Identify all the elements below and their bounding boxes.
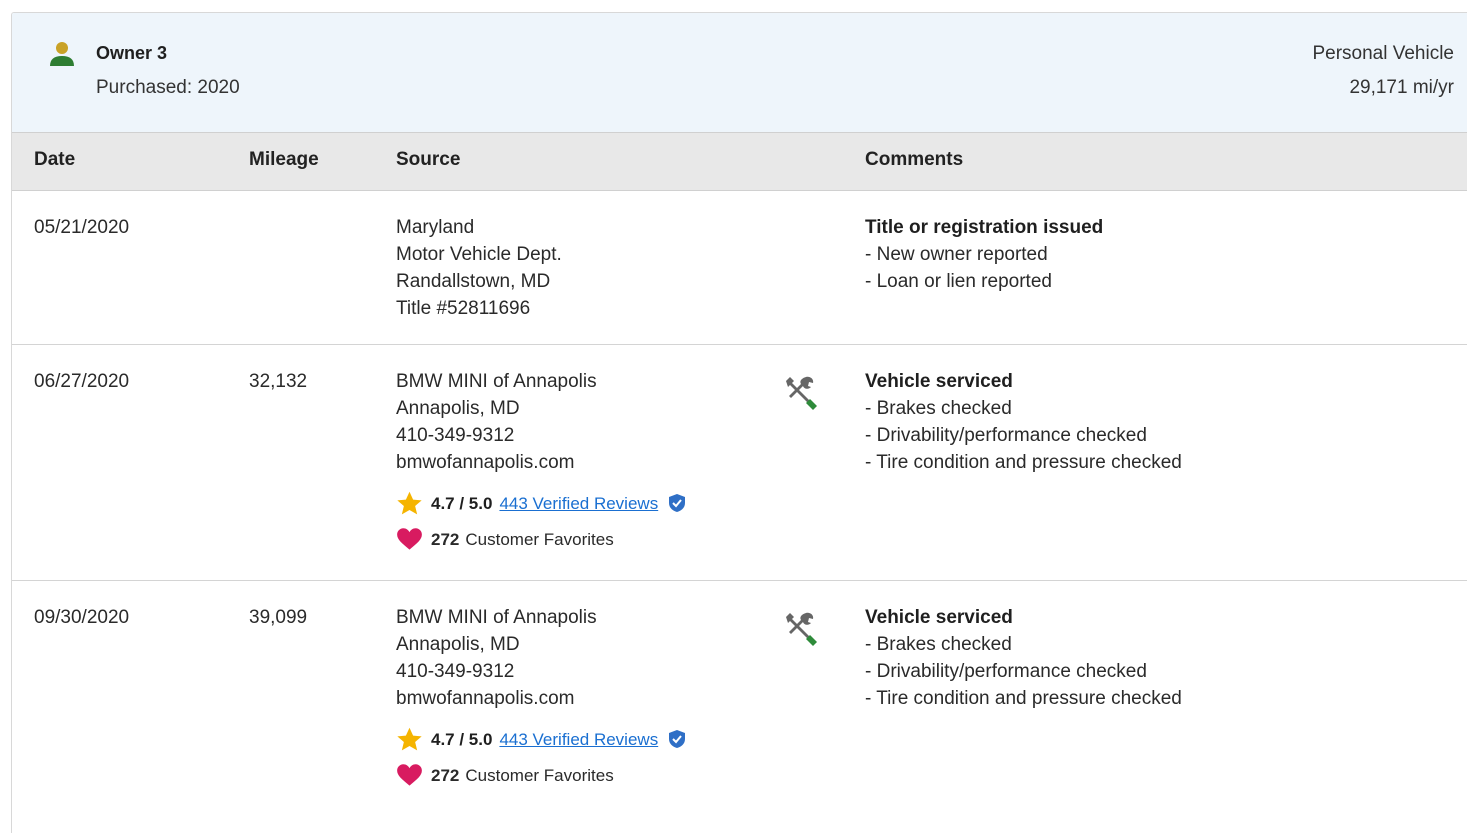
favorites-label: Customer Favorites (465, 529, 614, 549)
wrench-screwdriver-icon (786, 612, 817, 646)
comment-line: - Tire condition and pressure checked (865, 452, 1182, 473)
comment-line: - Tire condition and pressure checked (865, 688, 1182, 709)
record-date: 06/27/2020 (34, 371, 130, 392)
column-header-mileage: Mileage (249, 149, 319, 170)
verified-reviews-link[interactable]: 443 Verified Reviews (499, 726, 658, 753)
owner-purchased: Purchased: 2020 (96, 77, 240, 98)
source-line: Motor Vehicle Dept. (396, 244, 562, 265)
table-row: 09/30/2020 39,099 BMW MINI of Annapolis … (12, 581, 1467, 821)
column-header-date: Date (34, 149, 76, 170)
rating-value: 4.7 / 5.0 (431, 729, 493, 749)
owner-history-card: Owner 3 Purchased: 2020 Personal Vehicle… (11, 12, 1467, 833)
heart-icon (397, 763, 422, 786)
favorites-count: 272 (431, 765, 460, 785)
owner-header: Owner 3 Purchased: 2020 Personal Vehicle… (12, 13, 1467, 133)
comment-title: Title or registration issued (865, 217, 1104, 238)
star-icon (397, 727, 422, 750)
source-line: bmwofannapolis.com (396, 688, 575, 709)
comment-title: Vehicle serviced (865, 371, 1013, 392)
table-row: 05/21/2020 Maryland Motor Vehicle Dept. … (12, 191, 1467, 345)
heart-icon (397, 527, 422, 550)
column-header-source: Source (396, 149, 461, 170)
record-comments: Vehicle serviced - Brakes checked - Driv… (865, 604, 1182, 712)
source-line: Annapolis, MD (396, 398, 520, 419)
verified-shield-icon (669, 494, 686, 512)
source-line: Title #52811696 (396, 298, 531, 319)
comment-line: - Brakes checked (865, 634, 1012, 655)
person-icon (50, 42, 74, 66)
comment-line: - Drivability/performance checked (865, 425, 1147, 446)
record-comments: Vehicle serviced - Brakes checked - Driv… (865, 368, 1182, 476)
wrench-screwdriver-icon (786, 376, 817, 410)
table-row: 06/27/2020 32,132 BMW MINI of Annapolis … (12, 345, 1467, 581)
star-icon (397, 491, 422, 514)
verified-reviews-link[interactable]: 443 Verified Reviews (499, 490, 658, 517)
record-source: BMW MINI of Annapolis Annapolis, MD 410-… (396, 368, 686, 552)
source-line: BMW MINI of Annapolis (396, 371, 597, 392)
source-line: Maryland (396, 217, 475, 238)
record-mileage: 39,099 (249, 607, 308, 628)
verified-shield-icon (669, 730, 686, 748)
favorites-label: Customer Favorites (465, 765, 614, 785)
record-mileage: 32,132 (249, 371, 308, 392)
owner-title: Owner 3 (96, 43, 168, 63)
source-line: Randallstown, MD (396, 271, 551, 292)
rating-value: 4.7 / 5.0 (431, 493, 493, 513)
favorites-line: 272 Customer Favorites (396, 762, 686, 788)
column-header-row: Date Mileage Source Comments (12, 133, 1467, 191)
source-line: Annapolis, MD (396, 634, 520, 655)
record-date: 09/30/2020 (34, 607, 130, 628)
record-date: 05/21/2020 (34, 217, 130, 238)
comment-line: - Brakes checked (865, 398, 1012, 419)
favorites-count: 272 (431, 529, 460, 549)
usage-miles: 29,171 mi/yr (1349, 77, 1454, 98)
comment-line: - New owner reported (865, 244, 1048, 265)
favorites-line: 272 Customer Favorites (396, 526, 686, 552)
comment-line: - Drivability/performance checked (865, 661, 1147, 682)
rating-line: 4.7 / 5.0 443 Verified Reviews (396, 490, 686, 516)
column-header-comments: Comments (865, 149, 964, 170)
source-line: 410-349-9312 (396, 425, 515, 446)
rating-line: 4.7 / 5.0 443 Verified Reviews (396, 726, 686, 752)
source-line: bmwofannapolis.com (396, 452, 575, 473)
source-line: 410-349-9312 (396, 661, 515, 682)
usage-type: Personal Vehicle (1312, 43, 1454, 64)
record-comments: Title or registration issued - New owner… (865, 214, 1103, 295)
comment-title: Vehicle serviced (865, 607, 1013, 628)
record-source: Maryland Motor Vehicle Dept. Randallstow… (396, 214, 562, 322)
comment-line: - Loan or lien reported (865, 271, 1052, 292)
record-source: BMW MINI of Annapolis Annapolis, MD 410-… (396, 604, 686, 788)
source-line: BMW MINI of Annapolis (396, 607, 597, 628)
